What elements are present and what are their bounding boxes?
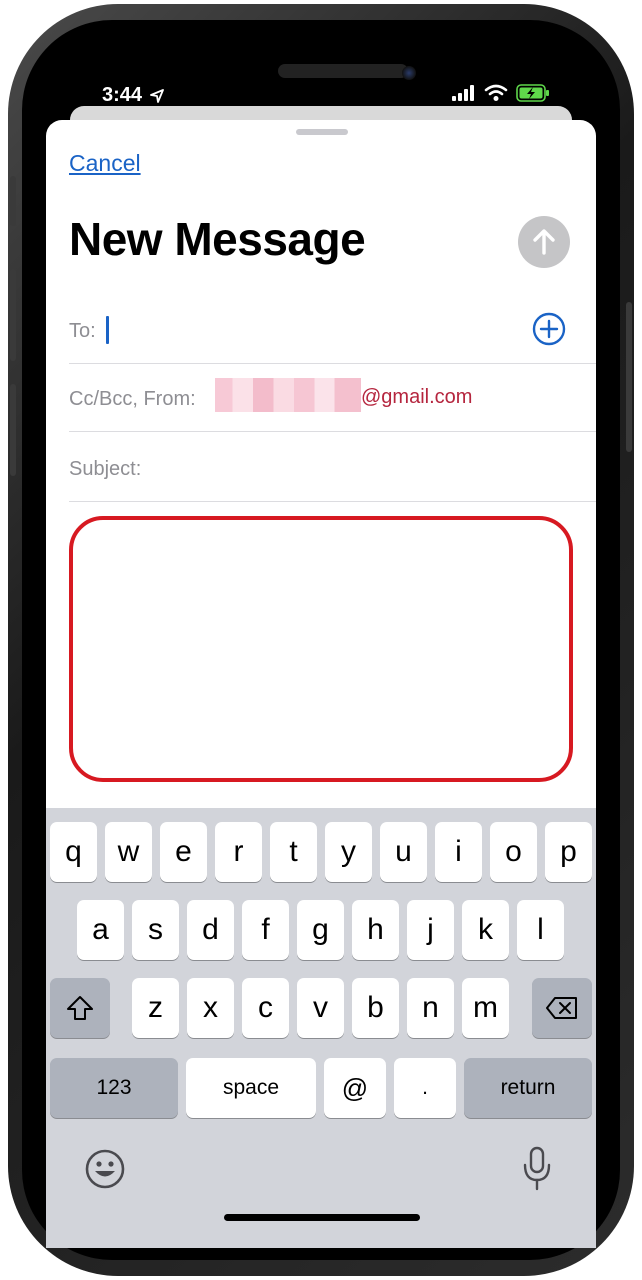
volume-down-button <box>10 384 16 476</box>
location-arrow-icon <box>149 88 164 103</box>
key-v[interactable]: v <box>297 978 344 1038</box>
plus-circle-icon[interactable] <box>532 312 566 346</box>
period-key[interactable]: . <box>394 1058 456 1118</box>
redacted-email-username <box>215 378 361 412</box>
status-time-text: 3:44 <box>102 84 143 106</box>
key-q[interactable]: q <box>50 822 97 882</box>
key-g[interactable]: g <box>297 900 344 960</box>
front-camera <box>402 66 416 80</box>
cellular-signal-icon <box>452 85 474 101</box>
key-x[interactable]: x <box>187 978 234 1038</box>
key-c[interactable]: c <box>242 978 289 1038</box>
sheet-grabber[interactable] <box>296 129 348 135</box>
key-p[interactable]: p <box>545 822 592 882</box>
subject-label: Subject: <box>69 458 142 480</box>
key-z[interactable]: z <box>132 978 179 1038</box>
message-body-highlight[interactable] <box>69 516 573 782</box>
ccbcc-from-row[interactable]: Cc/Bcc, From: @gmail.com <box>69 364 596 432</box>
to-row[interactable]: To: <box>69 296 596 364</box>
cancel-button[interactable]: Cancel <box>69 150 141 177</box>
backspace-icon <box>546 997 577 1019</box>
delete-key[interactable] <box>532 978 592 1038</box>
key-d[interactable]: d <box>187 900 234 960</box>
emoji-icon[interactable] <box>84 1148 126 1190</box>
key-o[interactable]: o <box>490 822 537 882</box>
battery-charging-icon <box>516 84 549 102</box>
key-r[interactable]: r <box>215 822 262 882</box>
key-n[interactable]: n <box>407 978 454 1038</box>
status-indicators <box>452 84 550 102</box>
to-label: To: <box>69 320 96 342</box>
text-cursor <box>106 316 109 344</box>
key-k[interactable]: k <box>462 900 509 960</box>
home-indicator[interactable] <box>224 1214 420 1221</box>
from-email-domain: @gmail.com <box>361 386 473 408</box>
key-m[interactable]: m <box>462 978 509 1038</box>
subject-row[interactable]: Subject: <box>69 434 596 502</box>
key-a[interactable]: a <box>77 900 124 960</box>
compose-sheet: Cancel New Message To: Cc/Bcc, From: @gm… <box>46 120 596 1248</box>
keyboard: q w e r t y u i o p a s d f g h j k l z … <box>46 808 596 1248</box>
key-w[interactable]: w <box>105 822 152 882</box>
wifi-icon <box>484 84 508 101</box>
key-e[interactable]: e <box>160 822 207 882</box>
send-button[interactable] <box>518 216 570 268</box>
return-key[interactable]: return <box>464 1058 592 1118</box>
key-t[interactable]: t <box>270 822 317 882</box>
numbers-key[interactable]: 123 <box>50 1058 178 1118</box>
key-h[interactable]: h <box>352 900 399 960</box>
side-button <box>626 302 632 452</box>
arrow-up-icon <box>533 229 555 255</box>
page-title: New Message <box>69 213 366 265</box>
key-j[interactable]: j <box>407 900 454 960</box>
shift-icon <box>67 996 93 1020</box>
key-b[interactable]: b <box>352 978 399 1038</box>
speaker-notch <box>278 64 408 78</box>
key-s[interactable]: s <box>132 900 179 960</box>
key-y[interactable]: y <box>325 822 372 882</box>
silent-switch <box>10 176 16 226</box>
at-key[interactable]: @ <box>324 1058 386 1118</box>
shift-key[interactable] <box>50 978 110 1038</box>
ccbcc-from-label: Cc/Bcc, From: <box>69 388 196 410</box>
key-u[interactable]: u <box>380 822 427 882</box>
volume-up-button <box>10 269 16 361</box>
microphone-icon[interactable] <box>522 1146 552 1192</box>
key-l[interactable]: l <box>517 900 564 960</box>
key-i[interactable]: i <box>435 822 482 882</box>
status-time: 3:44 <box>102 84 164 107</box>
space-key[interactable]: space <box>186 1058 316 1118</box>
key-f[interactable]: f <box>242 900 289 960</box>
